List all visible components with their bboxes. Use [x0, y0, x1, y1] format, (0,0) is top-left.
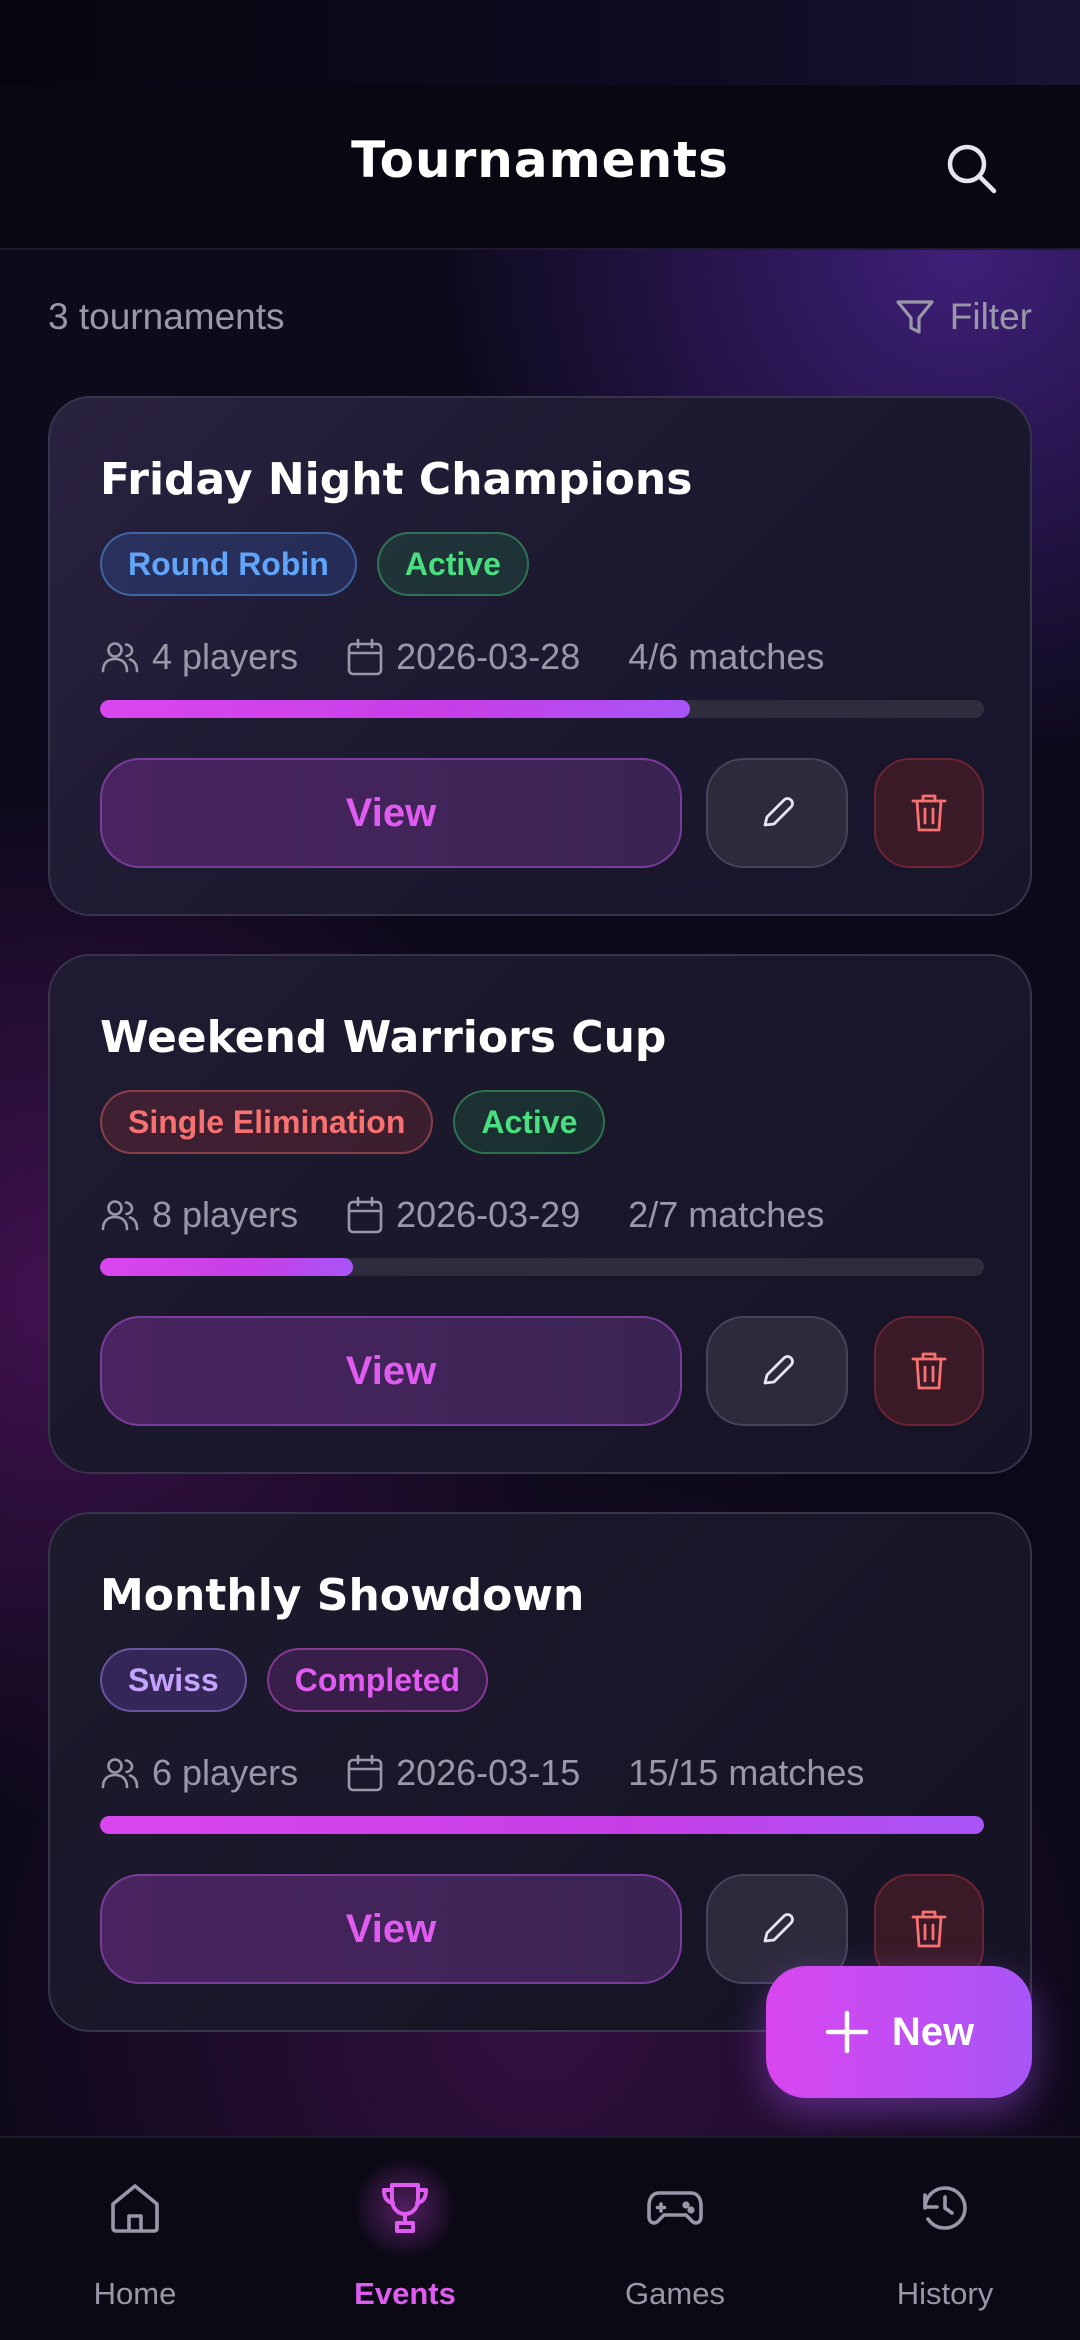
players-info: 4 players: [100, 636, 298, 678]
page-title: Tournaments: [351, 131, 729, 189]
view-button[interactable]: View: [100, 1874, 682, 1984]
summary-row: 3 tournaments Filter: [48, 292, 1032, 342]
players-count: 4 players: [152, 636, 299, 677]
matches-progress-text: 2/7 matches: [628, 1194, 825, 1235]
pencil-icon: [763, 1355, 794, 1385]
format-badge: Round Robin: [100, 532, 357, 596]
new-button-label: New: [891, 2009, 975, 2054]
nav-item-history[interactable]: History: [810, 2138, 1080, 2340]
users-icon: [101, 1758, 139, 1789]
progress-fill: [100, 1258, 353, 1276]
tournament-name: Monthly Showdown: [100, 1570, 585, 1621]
filter-button[interactable]: Filter: [894, 292, 1032, 342]
tournament-name: Friday Night Champions: [100, 454, 693, 505]
nav-label-events: Events: [354, 2276, 456, 2311]
players-info: 6 players: [100, 1752, 298, 1794]
tournament-meta: 8 players 2026-03-29 2/7 matches: [100, 1190, 824, 1240]
history-icon: [923, 2186, 967, 2230]
edit-button[interactable]: [706, 758, 848, 868]
tournament-count: 3 tournaments: [48, 296, 285, 337]
users-icon: [101, 1200, 139, 1231]
players-count: 8 players: [152, 1194, 299, 1235]
status-badge: Active: [376, 532, 529, 596]
pencil-icon: [763, 1913, 794, 1943]
matches-progress-text: 4/6 matches: [628, 636, 825, 677]
new-tournament-button[interactable]: New: [766, 1966, 1032, 2098]
edit-button[interactable]: [706, 1316, 848, 1426]
nav-label-games: Games: [625, 2276, 725, 2311]
date-info: 2026-03-15: [346, 1752, 580, 1794]
date-info: 2026-03-29: [346, 1194, 580, 1236]
tournament-meta: 4 players 2026-03-28 4/6 matches: [100, 632, 824, 682]
players-count: 6 players: [152, 1752, 299, 1793]
tournament-card: Monthly Showdown Swiss Completed 6 playe…: [48, 1512, 1032, 2032]
trophy-icon: [382, 2183, 428, 2233]
tournament-card: Weekend Warriors Cup Single Elimination …: [48, 954, 1032, 1474]
users-icon: [101, 642, 139, 673]
nav-label-home: Home: [93, 2276, 177, 2311]
delete-button[interactable]: [874, 758, 984, 868]
progress-bar: [100, 1258, 984, 1276]
tournament-date: 2026-03-29: [396, 1194, 581, 1235]
nav-label-history: History: [896, 2276, 994, 2311]
view-button[interactable]: View: [100, 1316, 682, 1426]
matches-progress-text: 15/15 matches: [628, 1752, 865, 1793]
progress-bar: [100, 1816, 984, 1834]
status-badge: Active: [453, 1090, 606, 1154]
gamepad-icon: [647, 2191, 703, 2225]
nav-item-home[interactable]: Home: [0, 2138, 270, 2340]
tournament-meta: 6 players 2026-03-15 15/15 matches: [100, 1748, 864, 1798]
format-badge: Swiss: [100, 1648, 247, 1712]
badge-row: Round Robin Active: [100, 532, 529, 596]
app-header: Tournaments: [0, 85, 1080, 250]
home-icon: [111, 2184, 159, 2233]
pencil-icon: [763, 797, 794, 827]
tournament-date: 2026-03-15: [396, 1752, 581, 1793]
filter-icon: [896, 300, 934, 334]
progress-fill: [100, 1816, 984, 1834]
calendar-icon: [347, 638, 383, 676]
bottom-nav: Home Events Games History: [0, 2136, 1080, 2340]
date-info: 2026-03-28: [346, 636, 580, 678]
progress-fill: [100, 700, 690, 718]
nav-item-events[interactable]: Events: [270, 2138, 540, 2340]
format-badge: Single Elimination: [100, 1090, 434, 1154]
nav-item-games[interactable]: Games: [540, 2138, 810, 2340]
search-icon: [947, 144, 997, 194]
search-button[interactable]: [938, 135, 1004, 201]
players-info: 8 players: [100, 1194, 298, 1236]
calendar-icon: [347, 1196, 383, 1234]
tournament-date: 2026-03-28: [396, 636, 581, 677]
trash-icon: [911, 1910, 947, 1948]
trash-icon: [911, 1352, 947, 1390]
status-badge: Completed: [266, 1648, 489, 1712]
tournaments-screen: Tournaments 3 tournaments Filter Friday …: [0, 0, 1080, 2340]
view-button[interactable]: View: [100, 758, 682, 868]
delete-button[interactable]: [874, 1316, 984, 1426]
calendar-icon: [347, 1754, 383, 1792]
badge-row: Single Elimination Active: [100, 1090, 606, 1154]
filter-label: Filter: [949, 296, 1032, 337]
trash-icon: [911, 794, 947, 832]
plus-icon: [825, 2010, 869, 2054]
status-bar: [0, 0, 1080, 85]
badge-row: Swiss Completed: [100, 1648, 489, 1712]
tournament-name: Weekend Warriors Cup: [100, 1012, 667, 1063]
tournament-card: Friday Night Champions Round Robin Activ…: [48, 396, 1032, 916]
progress-bar: [100, 700, 984, 718]
